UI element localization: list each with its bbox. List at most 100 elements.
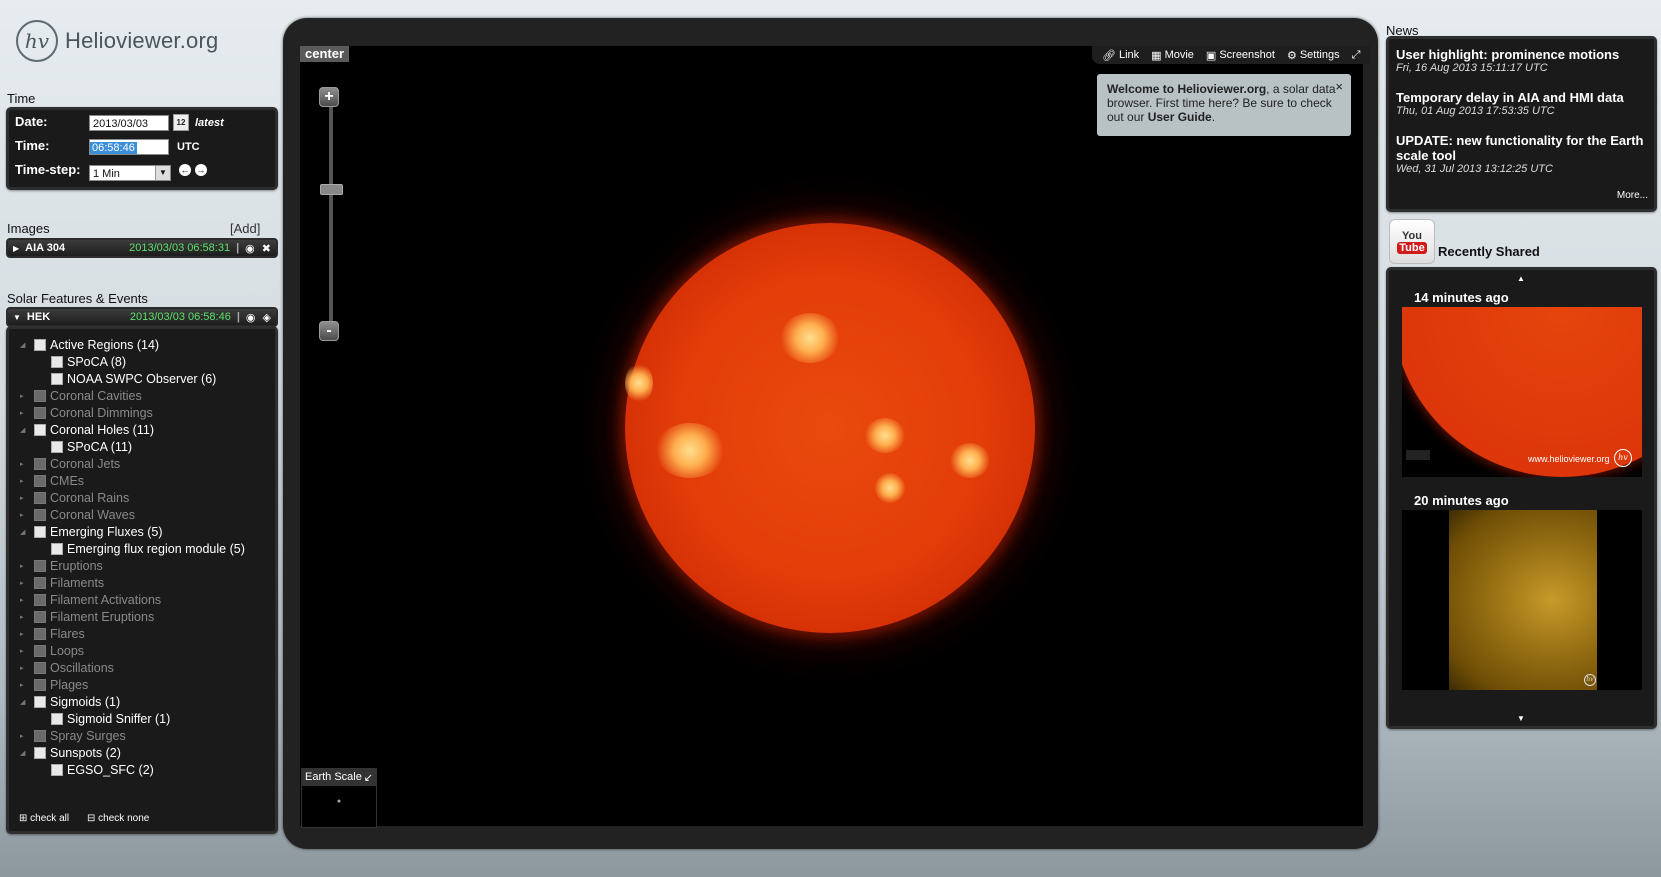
tree-toggle-icon[interactable]: ▸ (20, 613, 24, 621)
step-back-icon[interactable]: ← (179, 164, 191, 176)
solar-viewport[interactable] (300, 46, 1363, 826)
event-checkbox[interactable] (34, 339, 46, 351)
event-checkbox[interactable] (34, 492, 46, 504)
event-checkbox[interactable] (34, 526, 46, 538)
event-type-item[interactable]: ◢ Emerging Fluxes (5) (20, 524, 163, 540)
event-type-item[interactable]: ◢ Sigmoids (1) (20, 694, 120, 710)
event-checkbox[interactable] (51, 441, 63, 453)
tree-toggle-icon[interactable]: ◢ (20, 749, 25, 757)
event-type-item[interactable]: Emerging flux region module (5) (51, 541, 245, 557)
tree-toggle-icon[interactable]: ▸ (20, 392, 24, 400)
visibility-eye-icon[interactable]: ◉ (245, 242, 255, 255)
event-checkbox[interactable] (34, 611, 46, 623)
zoom-in-button[interactable]: + (319, 87, 339, 107)
event-type-item[interactable]: ▸ CMEs (20, 473, 84, 489)
event-type-item[interactable]: ▸ Plages (20, 677, 88, 693)
event-type-item[interactable]: ◢ Active Regions (14) (20, 337, 159, 353)
settings-button[interactable]: ⚙ Settings (1287, 49, 1340, 62)
image-layer-aia304[interactable]: ▶ AIA 304 2013/03/03 06:58:31 | ◉ ✖ (6, 238, 278, 258)
event-type-item[interactable]: SPoCA (8) (51, 354, 126, 370)
event-type-item[interactable]: ▸ Coronal Cavities (20, 388, 142, 404)
event-checkbox[interactable] (34, 594, 46, 606)
news-item[interactable]: Temporary delay in AIA and HMI data Thu,… (1396, 90, 1648, 117)
youtube-icon[interactable]: You Tube (1389, 219, 1435, 264)
movie-button[interactable]: ▦ Movie (1151, 49, 1194, 62)
tree-toggle-icon[interactable]: ▸ (20, 681, 24, 689)
scroll-down-icon[interactable]: ▼ (1517, 714, 1525, 723)
earth-scale-widget[interactable]: Earth Scale ↙ ● (301, 768, 377, 828)
event-checkbox[interactable] (51, 713, 63, 725)
tree-toggle-icon[interactable]: ▸ (20, 562, 24, 570)
time-input[interactable]: 06:58:46 (89, 139, 169, 155)
event-type-item[interactable]: ▸ Loops (20, 643, 84, 659)
news-title[interactable]: Temporary delay in AIA and HMI data (1396, 90, 1648, 105)
tree-toggle-icon[interactable]: ▸ (20, 494, 24, 502)
event-type-item[interactable]: ▸ Eruptions (20, 558, 103, 574)
check-none-link[interactable]: ⊟ check none (87, 813, 149, 824)
tree-toggle-icon[interactable]: ▸ (20, 409, 24, 417)
tree-toggle-icon[interactable]: ◢ (20, 698, 25, 706)
event-type-item[interactable]: ▸ Flares (20, 626, 85, 642)
tree-toggle-icon[interactable]: ▸ (20, 647, 24, 655)
tree-toggle-icon[interactable]: ◢ (20, 528, 25, 536)
link-button[interactable]: 🔗︎ Link (1102, 49, 1139, 62)
label-tag-icon[interactable]: ◈ (263, 311, 271, 324)
news-title[interactable]: UPDATE: new functionality for the Earth … (1396, 133, 1648, 163)
news-more-link[interactable]: More... (1617, 190, 1648, 201)
helioviewer-logo[interactable]: hv Helioviewer.org (16, 18, 218, 64)
event-checkbox[interactable] (34, 730, 46, 742)
tree-toggle-icon[interactable]: ◢ (20, 426, 25, 434)
tree-toggle-icon[interactable]: ▸ (20, 579, 24, 587)
event-checkbox[interactable] (51, 373, 63, 385)
calendar-icon[interactable]: 12 (173, 114, 189, 131)
event-checkbox[interactable] (34, 662, 46, 674)
visibility-eye-icon[interactable]: ◉ (246, 311, 256, 324)
event-type-item[interactable]: ▸ Coronal Jets (20, 456, 120, 472)
date-input[interactable]: 2013/03/03 (89, 115, 169, 131)
event-type-item[interactable]: ▸ Filaments (20, 575, 104, 591)
event-checkbox[interactable] (34, 645, 46, 657)
event-checkbox[interactable] (34, 747, 46, 759)
news-item[interactable]: User highlight: prominence motions Fri, … (1396, 47, 1648, 74)
shared-video-thumbnail[interactable]: www.helioviewer.org hv (1402, 307, 1642, 477)
shared-video-thumbnail[interactable]: hv (1402, 510, 1642, 690)
tree-toggle-icon[interactable]: ▸ (20, 511, 24, 519)
zoom-out-button[interactable]: - (319, 321, 339, 341)
event-checkbox[interactable] (34, 679, 46, 691)
event-type-item[interactable]: EGSO_SFC (2) (51, 762, 154, 778)
event-type-item[interactable]: ▸ Filament Eruptions (20, 609, 154, 625)
event-checkbox[interactable] (51, 764, 63, 776)
tree-toggle-icon[interactable]: ▸ (20, 732, 24, 740)
zoom-slider-handle[interactable] (320, 184, 343, 195)
event-type-item[interactable]: NOAA SWPC Observer (6) (51, 371, 216, 387)
tree-toggle-icon[interactable]: ◢ (20, 341, 25, 349)
event-type-item[interactable]: SPoCA (11) (51, 439, 132, 455)
event-checkbox[interactable] (34, 458, 46, 470)
event-type-item[interactable]: ▸ Oscillations (20, 660, 114, 676)
tree-toggle-icon[interactable]: ▸ (20, 477, 24, 485)
screenshot-button[interactable]: ▣ Screenshot (1206, 49, 1275, 62)
remove-layer-icon[interactable]: ✖ (262, 242, 271, 255)
tree-toggle-icon[interactable]: ▸ (20, 460, 24, 468)
news-title[interactable]: User highlight: prominence motions (1396, 47, 1648, 62)
close-icon[interactable]: × (1335, 80, 1343, 94)
tree-toggle-icon[interactable]: ▸ (20, 596, 24, 604)
expand-triangle-icon[interactable]: ▶ (13, 244, 19, 253)
latest-link[interactable]: latest (195, 117, 224, 129)
event-checkbox[interactable] (34, 509, 46, 521)
center-button[interactable]: center (300, 46, 350, 62)
event-checkbox[interactable] (34, 628, 46, 640)
zoom-slider-track[interactable] (329, 106, 333, 321)
collapse-triangle-icon[interactable]: ▼ (13, 313, 21, 322)
news-item[interactable]: UPDATE: new functionality for the Earth … (1396, 133, 1648, 175)
scroll-up-icon[interactable]: ▲ (1517, 274, 1525, 283)
event-checkbox[interactable] (51, 543, 63, 555)
tree-toggle-icon[interactable]: ▸ (20, 630, 24, 638)
step-forward-icon[interactable]: → (195, 164, 207, 176)
event-type-item[interactable]: ◢ Coronal Holes (11) (20, 422, 154, 438)
event-checkbox[interactable] (34, 696, 46, 708)
event-checkbox[interactable] (34, 475, 46, 487)
event-type-item[interactable]: ◢ Sunspots (2) (20, 745, 121, 761)
fullscreen-icon[interactable]: ⤢ (1352, 49, 1361, 62)
event-checkbox[interactable] (34, 424, 46, 436)
